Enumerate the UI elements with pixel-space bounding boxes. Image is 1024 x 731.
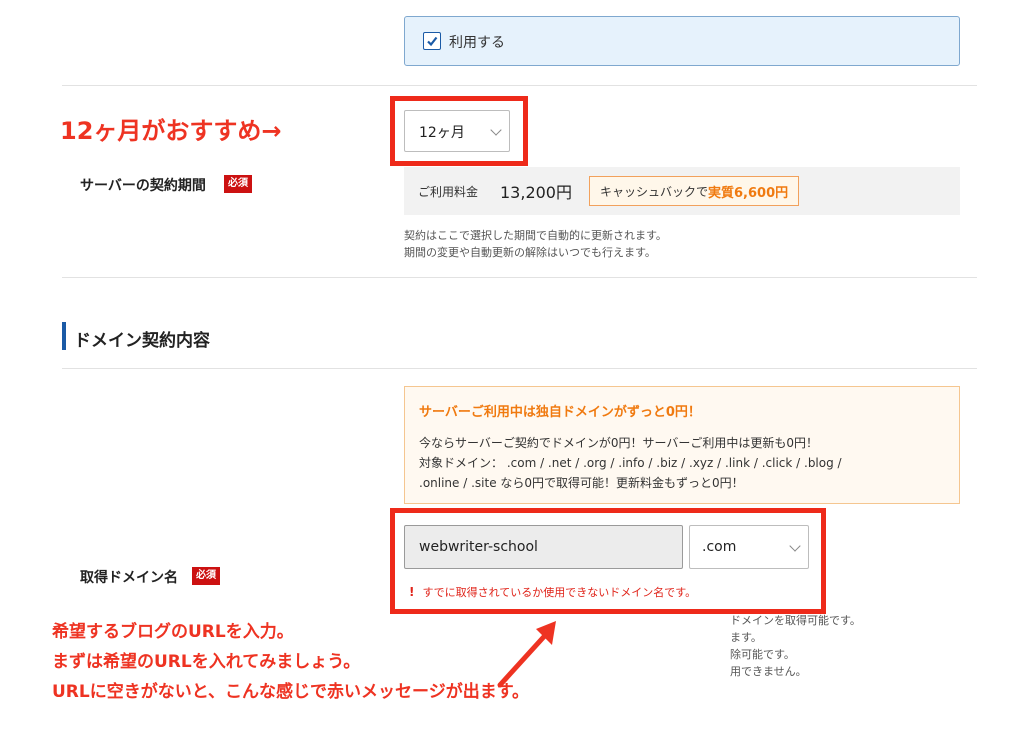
- error-icon: !: [409, 585, 415, 599]
- domain-note: ます。: [730, 631, 762, 644]
- domain-name-value: webwriter-school: [419, 539, 538, 555]
- period-select[interactable]: 12ヶ月: [404, 110, 510, 152]
- required-badge: 必須: [192, 567, 220, 585]
- fee-box: ご利用料金 13,200円 キャッシュバックで 実質6,600円: [404, 167, 960, 215]
- period-note: 契約はここで選択した期間で自動的に更新されます。: [404, 229, 667, 242]
- domain-error-text: すでに取得されているか使用できないドメイン名です。: [422, 586, 697, 599]
- domain-note: ドメインを取得可能です。: [730, 614, 861, 627]
- use-option-box[interactable]: 利用する: [404, 16, 960, 66]
- promo-line: 対象ドメイン： .com / .net / .org / .info / .bi…: [419, 456, 842, 470]
- tld-value: .com: [702, 539, 737, 555]
- arrow-icon: [497, 621, 556, 688]
- annotation-line: URLに空きがないと、こんな感じで赤いメッセージが出ます。: [52, 682, 530, 702]
- cashback-value: 実質6,600円: [708, 185, 789, 201]
- promo-title: サーバーご利用中は独自ドメインがずっと0円！: [419, 405, 701, 420]
- domain-label: 取得ドメイン名: [80, 570, 178, 586]
- promo-line: .online / .site なら0円で取得可能！更新料金もずっと0円！: [419, 476, 744, 490]
- cashback-badge: キャッシュバックで 実質6,600円: [589, 176, 800, 206]
- domain-name-input[interactable]: webwriter-school: [404, 525, 683, 569]
- chevron-down-icon: [789, 540, 801, 552]
- required-badge: 必須: [224, 175, 252, 193]
- divider: [62, 277, 977, 278]
- promo-body: 今ならサーバーご契約でドメインが0円！サーバーご利用中は更新も0円！ 対象ドメイ…: [419, 433, 842, 493]
- period-note: 期間の変更や自動更新の解除はいつでも行えます。: [404, 246, 656, 259]
- server-period-label: サーバーの契約期間: [80, 178, 206, 194]
- use-option-label: 利用する: [449, 35, 505, 51]
- divider: [62, 368, 977, 369]
- use-checkbox[interactable]: [423, 32, 441, 50]
- fee-amount: 13,200円: [500, 183, 572, 202]
- promo-line: 今ならサーバーご契約でドメインが0円！サーバーご利用中は更新も0円！: [419, 436, 819, 450]
- checkmark-icon: [427, 36, 438, 47]
- period-annotation: 12ヶ月がおすすめ→: [60, 117, 282, 145]
- annotation-line: 希望するブログのURLを入力。: [52, 622, 294, 642]
- domain-error: ! すでに取得されているか使用できないドメイン名です。: [409, 584, 696, 600]
- bottom-annotation: 希望するブログのURLを入力。 まずは希望のURLを入れてみましょう。 URLに…: [52, 620, 529, 704]
- promo-box: サーバーご利用中は独自ドメインがずっと0円！ 今ならサーバーご契約でドメインが0…: [404, 386, 960, 504]
- domain-notes: ドメインを取得可能です。 ます。 除可能です。 用できません。: [730, 612, 910, 680]
- divider: [62, 85, 977, 86]
- tld-select[interactable]: .com: [689, 525, 809, 569]
- section-title-bar: [62, 322, 66, 350]
- period-notes: 契約はここで選択した期間で自動的に更新されます。 期間の変更や自動更新の解除はい…: [404, 227, 667, 261]
- chevron-down-icon: [490, 124, 502, 136]
- period-select-value: 12ヶ月: [419, 125, 465, 141]
- annotation-line: まずは希望のURLを入れてみましょう。: [52, 652, 361, 672]
- domain-note: 除可能です。: [730, 648, 795, 661]
- cashback-prefix: キャッシュバックで: [600, 184, 709, 199]
- fee-label: ご利用料金: [418, 185, 479, 199]
- section-title: ドメイン契約内容: [74, 331, 210, 351]
- domain-note: 用できません。: [730, 665, 807, 678]
